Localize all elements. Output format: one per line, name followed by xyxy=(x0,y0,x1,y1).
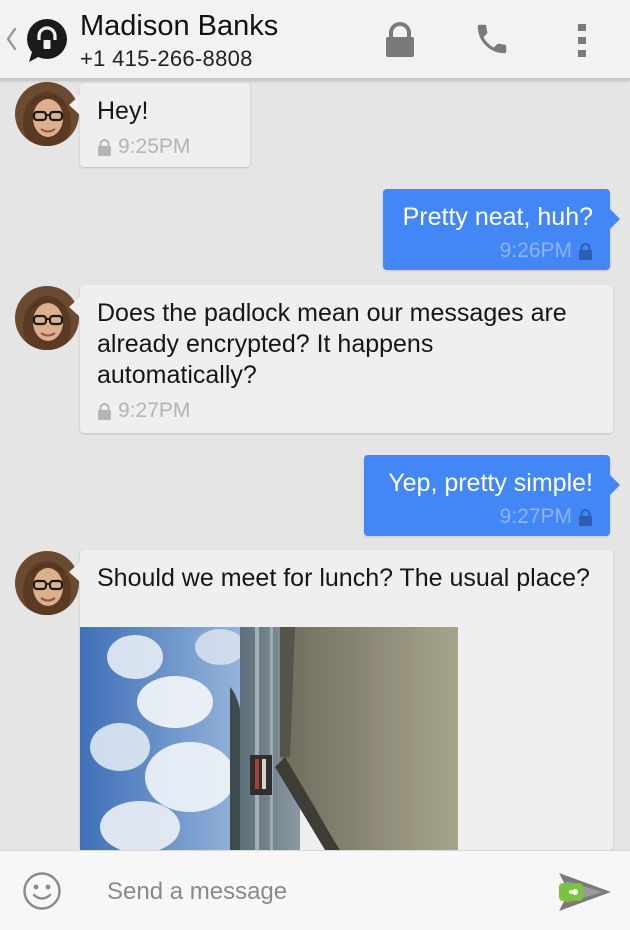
message-meta: 9:25PM xyxy=(97,135,233,159)
overflow-menu-button[interactable] xyxy=(550,0,620,78)
contact-number: +1 415-266-8808 xyxy=(80,46,253,71)
lock-icon xyxy=(386,22,414,57)
message-text: Does the padlock mean our messages are a… xyxy=(97,299,567,389)
send-secure-icon[interactable] xyxy=(555,869,615,915)
message-text: Yep, pretty simple! xyxy=(388,469,593,497)
message-text: Hey! xyxy=(97,97,149,125)
compose-bar xyxy=(0,850,630,930)
outgoing-message[interactable]: Yep, pretty simple! 9:27PM xyxy=(364,455,620,536)
contact-photo xyxy=(15,551,79,615)
emoji-smile-icon[interactable] xyxy=(22,871,62,911)
message-time: 9:26PM xyxy=(499,239,572,262)
image-attachment[interactable] xyxy=(80,627,458,850)
incoming-message[interactable]: Does the padlock mean our messages are a… xyxy=(69,285,613,433)
app-logo-icon[interactable] xyxy=(24,16,70,62)
action-bar: Madison Banks +1 415-266-8808 xyxy=(0,0,630,80)
lock-icon xyxy=(98,402,111,420)
message-input[interactable] xyxy=(105,873,529,911)
message-time: 9:27PM xyxy=(118,399,191,422)
contact-name[interactable]: Madison Banks xyxy=(80,10,278,43)
message-meta: 9:26PM xyxy=(397,239,593,263)
call-button[interactable] xyxy=(457,0,527,78)
phone-icon xyxy=(477,24,507,54)
more-vert-icon xyxy=(578,24,586,57)
message-list[interactable]: Hey! 9:25PM Pretty neat, huh? 9:26PM Doe… xyxy=(0,80,630,850)
message-time: 9:25PM xyxy=(118,135,191,158)
lock-icon xyxy=(98,138,111,156)
message-time: 9:27PM xyxy=(499,505,572,528)
message-meta: 9:27PM xyxy=(97,399,596,423)
avatar[interactable] xyxy=(15,286,79,350)
lock-icon xyxy=(579,508,592,526)
message-meta: 9:27PM xyxy=(378,505,593,529)
message-text: Pretty neat, huh? xyxy=(402,203,593,231)
incoming-message[interactable]: Should we meet for lunch? The usual plac… xyxy=(69,550,613,850)
avatar[interactable] xyxy=(15,551,79,615)
incoming-message[interactable]: Hey! 9:25PM xyxy=(69,83,250,167)
chevron-left-icon[interactable] xyxy=(4,26,18,52)
lock-icon xyxy=(579,242,592,260)
conversation-screen: Madison Banks +1 415-266-8808 Hey! 9:25P… xyxy=(0,0,630,930)
message-text: Should we meet for lunch? The usual plac… xyxy=(97,564,590,592)
contact-photo xyxy=(15,286,79,350)
pier-lake-photo xyxy=(80,627,458,850)
secure-session-button[interactable] xyxy=(365,0,435,78)
outgoing-message[interactable]: Pretty neat, huh? 9:26PM xyxy=(383,189,620,270)
